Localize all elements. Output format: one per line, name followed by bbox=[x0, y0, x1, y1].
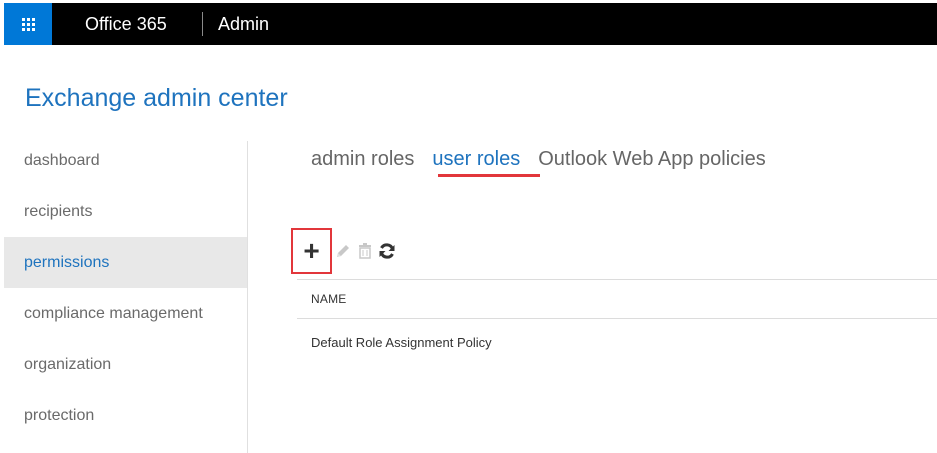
tab-admin-roles[interactable]: admin roles bbox=[311, 146, 414, 172]
office-365-link[interactable]: Office 365 bbox=[85, 14, 167, 34]
admin-link[interactable]: Admin bbox=[218, 14, 269, 34]
refresh-button[interactable] bbox=[376, 228, 398, 274]
nav-item-recipients[interactable]: recipients bbox=[4, 186, 248, 237]
plus-icon: + bbox=[303, 235, 320, 266]
left-nav: dashboard recipients permissions complia… bbox=[4, 135, 248, 441]
nav-item-protection[interactable]: protection bbox=[4, 390, 248, 441]
nav-item-organization[interactable]: organization bbox=[4, 339, 248, 390]
app-launcher-button[interactable] bbox=[4, 3, 52, 45]
tab-outlook-web-app-policies[interactable]: Outlook Web App policies bbox=[538, 146, 766, 172]
waffle-icon bbox=[21, 17, 35, 31]
pencil-icon bbox=[337, 245, 349, 257]
tab-user-roles[interactable]: user roles bbox=[432, 146, 520, 172]
tab-strip: admin roles user roles Outlook Web App p… bbox=[311, 146, 766, 172]
add-button[interactable]: + bbox=[291, 228, 332, 274]
column-header-name[interactable]: NAME bbox=[311, 292, 346, 306]
table-row[interactable]: Default Role Assignment Policy bbox=[311, 335, 492, 350]
table-top-border bbox=[297, 279, 937, 280]
delete-button[interactable] bbox=[354, 228, 376, 274]
page-title: Exchange admin center bbox=[25, 84, 288, 112]
trash-icon bbox=[359, 243, 371, 259]
toolbar: + bbox=[291, 228, 398, 274]
topbar-divider bbox=[202, 12, 203, 36]
nav-item-dashboard[interactable]: dashboard bbox=[4, 135, 248, 186]
nav-item-compliance-management[interactable]: compliance management bbox=[4, 288, 248, 339]
refresh-icon bbox=[379, 243, 395, 259]
nav-divider bbox=[247, 141, 248, 453]
table-header-border bbox=[297, 318, 937, 319]
office-top-bar: Office 365 Admin bbox=[4, 3, 937, 45]
nav-item-permissions[interactable]: permissions bbox=[4, 237, 248, 288]
exchange-admin-window: Office 365 Admin Exchange admin center d… bbox=[0, 0, 937, 453]
edit-button[interactable] bbox=[332, 228, 354, 274]
active-tab-underline bbox=[438, 174, 540, 177]
